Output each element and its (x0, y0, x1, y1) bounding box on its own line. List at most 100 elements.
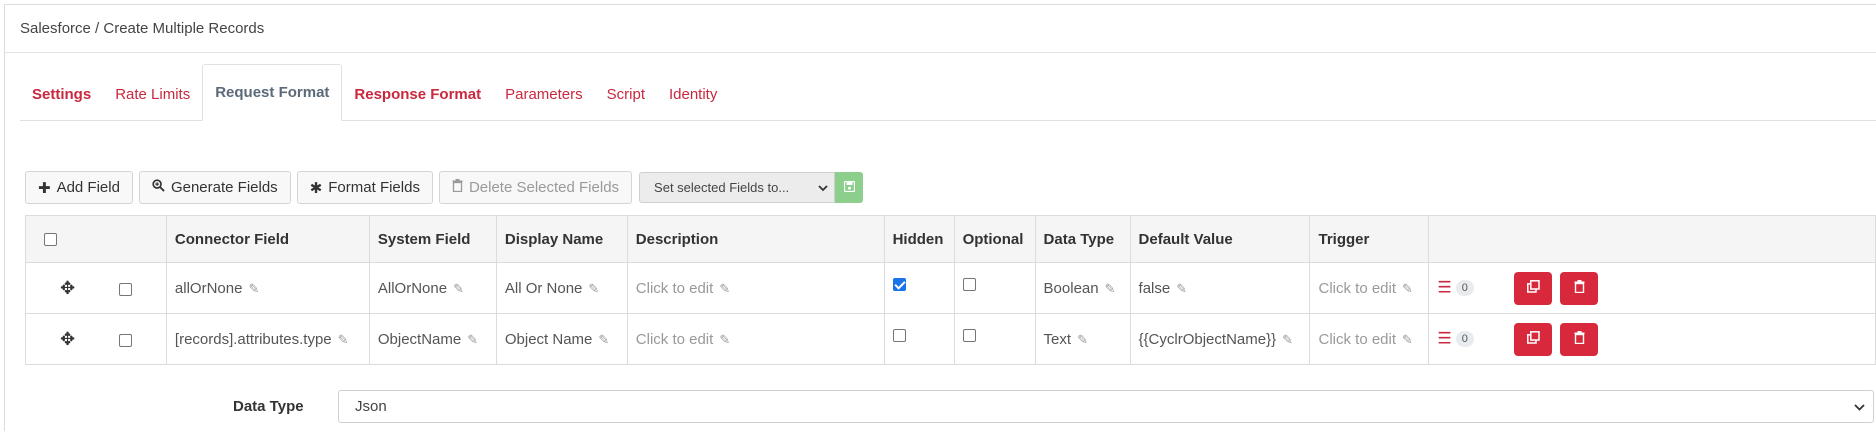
column-header[interactable]: Hidden (883, 215, 955, 263)
hidden-cell (883, 313, 955, 365)
delete-selected-fields-button[interactable]: Delete Selected Fields (438, 171, 633, 204)
pencil-icon: ✎ (1402, 331, 1413, 347)
save-button[interactable] (835, 172, 864, 203)
display-name-value: All Or None (504, 279, 583, 297)
format-fields-button[interactable]: ✱ Format Fields (296, 171, 433, 204)
optional-checkbox[interactable] (962, 328, 976, 342)
drag-handle-icon[interactable]: ✥ (60, 278, 75, 298)
format-fields-label: Format Fields (328, 179, 420, 196)
trash-icon (1574, 279, 1585, 297)
pencil-icon: ✎ (453, 280, 464, 296)
set-selected-fields-value: Set selected Fields to... (654, 180, 790, 195)
trash-icon (452, 179, 463, 196)
tab-settings[interactable]: Settings (20, 68, 103, 120)
select-all-checkbox[interactable] (44, 233, 57, 247)
column-header[interactable]: Display Name (495, 215, 628, 263)
data-type-cell[interactable]: Boolean ✎ (1034, 262, 1131, 314)
generate-fields-button[interactable]: Generate Fields (138, 171, 291, 204)
set-selected-fields-select[interactable]: Set selected Fields to... (639, 172, 836, 203)
actions-cell: ☰ 0 (1428, 262, 1876, 314)
pencil-icon: ✎ (1176, 280, 1188, 296)
system-field-cell[interactable]: AllOrNone ✎ (368, 262, 497, 314)
tab-request-format[interactable]: Request Format (202, 64, 343, 121)
data-type-select-value: Json (355, 398, 387, 415)
pencil-icon: ✎ (1402, 280, 1413, 296)
default-value-cell[interactable]: {{CyclrObjectName}} ✎ (1129, 313, 1311, 365)
row-select-checkbox[interactable] (119, 334, 133, 348)
chevron-down-icon (818, 180, 828, 195)
tab-response-format[interactable]: Response Format (342, 68, 493, 120)
trigger-cell[interactable]: Click to edit ✎ (1309, 313, 1430, 365)
column-header[interactable]: Trigger (1309, 215, 1430, 263)
description-value: Click to edit (635, 330, 714, 348)
table-row: ✥ [records].attributes.type ✎ ObjectName ✎… (25, 313, 1876, 365)
connector-field-cell[interactable]: allOrNone ✎ (165, 262, 370, 314)
row-select-checkbox[interactable] (119, 283, 133, 297)
tab-identity[interactable]: Identity (657, 68, 729, 120)
optional-cell (953, 313, 1036, 365)
tab-parameters[interactable]: Parameters (493, 68, 595, 120)
tab-rate-limits[interactable]: Rate Limits (103, 68, 202, 120)
display-name-value: Object Name (504, 330, 593, 348)
description-value: Click to edit (635, 279, 714, 297)
column-header[interactable]: Connector Field (165, 215, 370, 263)
default-value-cell[interactable]: false ✎ (1129, 262, 1311, 314)
select-all-cell (25, 215, 167, 263)
column-header[interactable]: Data Type (1034, 215, 1131, 263)
table-header-row: Connector Field System Field Display Nam… (25, 215, 1876, 263)
trigger-value: Click to edit (1318, 279, 1397, 297)
optional-checkbox[interactable] (962, 277, 976, 291)
data-type-select[interactable]: Json (338, 390, 1874, 423)
add-field-label: Add Field (56, 179, 120, 196)
trigger-value: Click to edit (1318, 330, 1397, 348)
asterisk-icon: ✱ (309, 179, 323, 197)
fields-table: Connector Field System Field Display Nam… (25, 215, 1876, 365)
trigger-count-badge: 0 (1455, 280, 1474, 296)
copy-row-button[interactable] (1514, 322, 1553, 356)
column-header[interactable]: Optional (953, 215, 1036, 263)
hidden-cell (883, 262, 955, 314)
delete-row-button[interactable] (1560, 322, 1599, 356)
pencil-icon: ✎ (1104, 280, 1116, 296)
column-header[interactable]: Default Value (1129, 215, 1311, 263)
hidden-checkbox[interactable] (892, 277, 906, 291)
row-controls-cell: ✥ (25, 313, 167, 365)
actions-header (1428, 215, 1876, 263)
system-field-value: AllOrNone (377, 279, 448, 297)
data-type-cell[interactable]: Text ✎ (1034, 313, 1131, 365)
drag-handle-icon[interactable]: ✥ (60, 329, 75, 349)
table-row: ✥ allOrNone ✎ AllOrNone ✎ All Or None ✎ Cli… (25, 262, 1876, 314)
data-type-value: Boolean (1043, 279, 1099, 297)
column-header[interactable]: System Field (368, 215, 497, 263)
copy-icon (1526, 330, 1540, 348)
row-controls-cell: ✥ (25, 262, 167, 314)
data-type-row: Data Type Json (233, 390, 1874, 423)
breadcrumb: Salesforce / Create Multiple Records (5, 5, 1876, 53)
delete-row-button[interactable] (1560, 271, 1599, 305)
copy-row-button[interactable] (1514, 271, 1553, 305)
plus-icon: ✚ (38, 179, 51, 197)
display-name-cell[interactable]: All Or None ✎ (495, 262, 628, 314)
optional-cell (953, 262, 1036, 314)
search-plus-icon (152, 179, 165, 196)
trash-icon (1574, 330, 1585, 348)
hidden-checkbox[interactable] (892, 328, 906, 342)
list-icon[interactable]: ☰ (1437, 330, 1451, 347)
display-name-cell[interactable]: Object Name ✎ (495, 313, 628, 365)
list-icon[interactable]: ☰ (1437, 279, 1451, 296)
connector-field-cell[interactable]: [records].attributes.type ✎ (165, 313, 370, 365)
system-field-cell[interactable]: ObjectName ✎ (368, 313, 497, 365)
description-cell[interactable]: Click to edit ✎ (626, 313, 885, 365)
tab-script[interactable]: Script (595, 68, 657, 120)
pencil-icon: ✎ (337, 331, 349, 347)
connector-field-value: [records].attributes.type (174, 330, 332, 348)
add-field-button[interactable]: ✚ Add Field (25, 171, 133, 204)
description-cell[interactable]: Click to edit ✎ (626, 262, 885, 314)
column-header[interactable]: Description (626, 215, 885, 263)
tab-bar: Settings Rate Limits Request Format Resp… (20, 64, 1876, 121)
pencil-icon: ✎ (248, 280, 260, 296)
pencil-icon: ✎ (598, 331, 610, 347)
delete-selected-fields-label: Delete Selected Fields (468, 179, 620, 196)
copy-icon (1526, 279, 1540, 297)
trigger-cell[interactable]: Click to edit ✎ (1309, 262, 1430, 314)
